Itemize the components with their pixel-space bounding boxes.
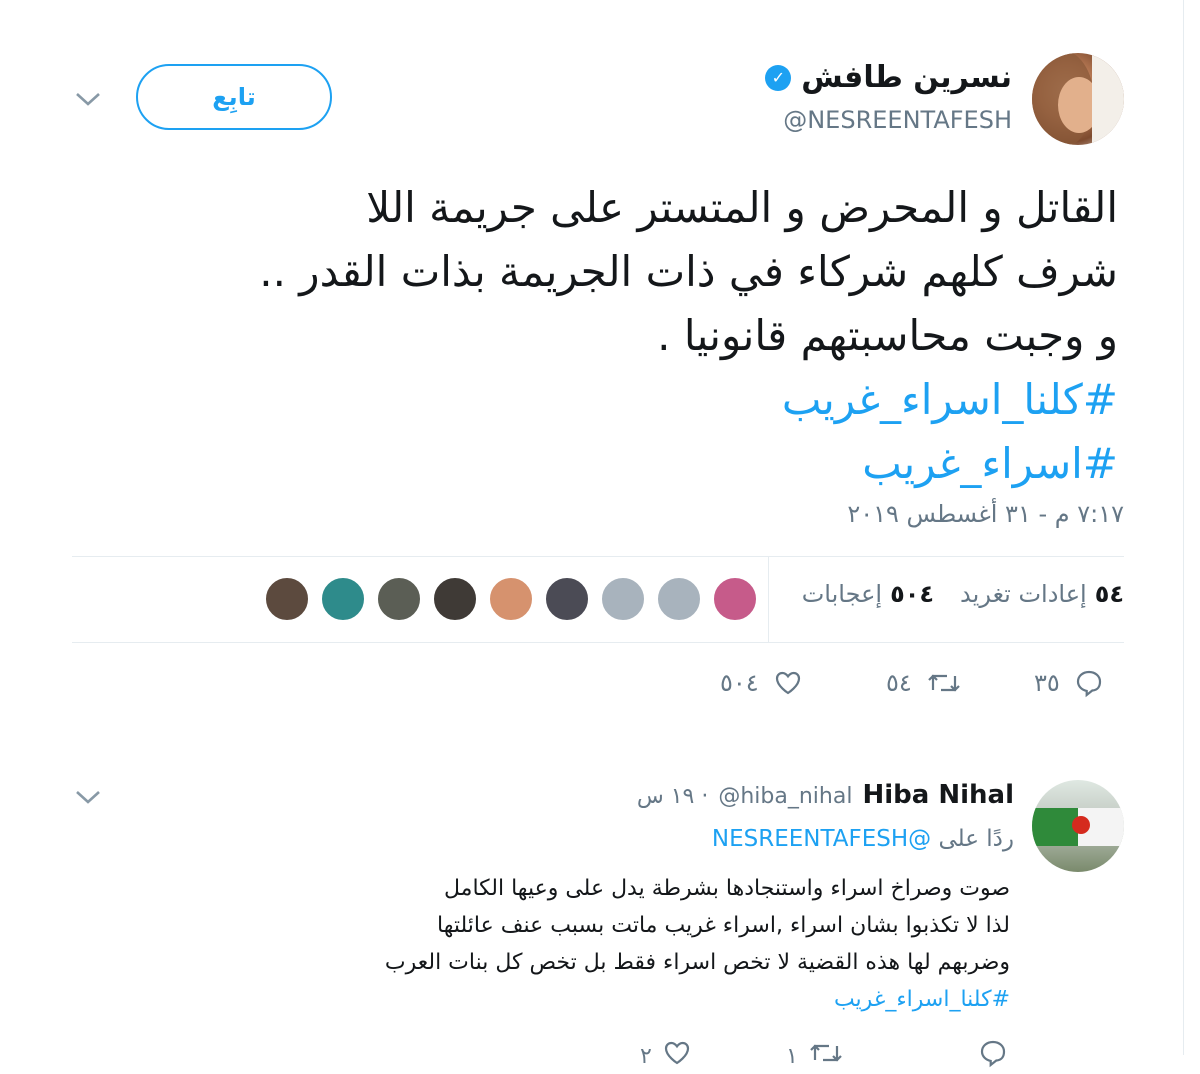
- reply-time-value: ١٩ س: [636, 784, 695, 809]
- chevron-down-icon[interactable]: [74, 90, 102, 108]
- author-avatar[interactable]: [1032, 53, 1124, 145]
- retweets-label: إعادات تغريد: [960, 580, 1087, 608]
- reply-like-count: ٢: [640, 1043, 652, 1069]
- reply-reply-action[interactable]: [978, 1038, 1018, 1074]
- follow-button[interactable]: تابِع: [136, 64, 332, 130]
- reply-author-name[interactable]: Hiba Nihal: [862, 780, 1014, 810]
- chevron-down-icon[interactable]: [74, 788, 102, 806]
- hashtag-link[interactable]: #اسراء_غريب: [58, 432, 1118, 496]
- tweet-text: القاتل و المحرض و المتستر على جريمة اللا…: [58, 176, 1118, 496]
- retweet-count: ٥٤: [886, 669, 912, 697]
- divider: [72, 556, 1124, 557]
- replying-to-mention[interactable]: @NESREENTAFESH: [712, 826, 931, 852]
- heart-icon: [773, 668, 803, 698]
- author-name-row[interactable]: نسرين طافش ✓: [765, 60, 1012, 95]
- reply-line: لذا لا تكذبوا بشان اسراء ,اسراء غريب مات…: [437, 913, 1010, 938]
- retweets-stat[interactable]: ٥٤إعادات تغريد: [960, 580, 1124, 608]
- heart-icon: [662, 1038, 692, 1074]
- liker-avatar[interactable]: [320, 576, 366, 622]
- liker-avatar[interactable]: [712, 576, 758, 622]
- replying-to: ردًا على @NESREENTAFESH: [712, 826, 1014, 852]
- author-handle[interactable]: @NESREENTAFESH: [783, 106, 1012, 134]
- like-count: ٥٠٤: [720, 669, 759, 697]
- timeline-border: [1183, 0, 1184, 1055]
- divider: [72, 642, 1124, 643]
- liker-avatar[interactable]: [488, 576, 534, 622]
- reply-time[interactable]: · ١٩ س: [637, 784, 709, 809]
- liker-avatar[interactable]: [656, 576, 702, 622]
- reply-author-handle[interactable]: @hiba_nihal: [718, 784, 852, 809]
- reply-retweet-count: ١: [786, 1043, 798, 1069]
- likes-count: ٥٠٤: [890, 580, 935, 608]
- reply-line: وضربهم لها هذه القضية لا تخص اسراء فقط ب…: [384, 950, 1010, 975]
- author-display-name[interactable]: نسرين طافش: [801, 60, 1012, 95]
- reply-author-avatar[interactable]: [1032, 780, 1124, 872]
- retweets-count: ٥٤: [1094, 580, 1124, 608]
- retweet-icon: [808, 1038, 844, 1074]
- verified-badge-icon: ✓: [765, 64, 792, 91]
- retweet-action[interactable]: ٥٤: [886, 668, 962, 698]
- like-action[interactable]: ٥٠٤: [720, 668, 803, 698]
- reply-header: Hiba Nihal @hiba_nihal · ١٩ س: [637, 780, 1014, 810]
- divider: [768, 556, 769, 642]
- tweet-line: و وجبت محاسبتهم قانونيا .: [657, 311, 1118, 360]
- liker-avatar[interactable]: [600, 576, 646, 622]
- replying-to-label: ردًا على: [938, 826, 1014, 852]
- likes-stat[interactable]: ٥٠٤إعجابات: [802, 580, 934, 608]
- reply-like-action[interactable]: ٢: [640, 1038, 692, 1074]
- liker-avatar[interactable]: [376, 576, 422, 622]
- tweet-line: القاتل و المحرض و المتستر على جريمة اللا: [366, 183, 1118, 232]
- reply-action[interactable]: ٣٥: [1034, 668, 1104, 698]
- tweet-line: شرف كلهم شركاء في ذات الجريمة بذات القدر…: [259, 247, 1118, 296]
- likes-label: إعجابات: [801, 580, 883, 608]
- retweet-icon: [926, 668, 962, 698]
- reply-text: صوت وصراخ اسراء واستنجادها بشرطة يدل على…: [250, 870, 1010, 1018]
- reply-count: ٣٥: [1034, 669, 1060, 697]
- liker-avatar[interactable]: [544, 576, 590, 622]
- hashtag-link[interactable]: #كلنا_اسراء_غريب: [250, 981, 1010, 1018]
- likers-avatars[interactable]: [264, 576, 758, 622]
- engagement-stats: ٥٤إعادات تغريد ٥٠٤إعجابات: [802, 580, 1124, 608]
- liker-avatar[interactable]: [432, 576, 478, 622]
- reply-icon: [978, 1038, 1008, 1074]
- reply-retweet-action[interactable]: ١: [786, 1038, 844, 1074]
- reply-icon: [1074, 668, 1104, 698]
- reply-line: صوت وصراخ اسراء واستنجادها بشرطة يدل على…: [444, 876, 1010, 901]
- hashtag-link[interactable]: #كلنا_اسراء_غريب: [58, 368, 1118, 432]
- tweet-timestamp[interactable]: ٧:١٧ م - ٣١ أغسطس ٢٠١٩: [847, 500, 1124, 528]
- liker-avatar[interactable]: [264, 576, 310, 622]
